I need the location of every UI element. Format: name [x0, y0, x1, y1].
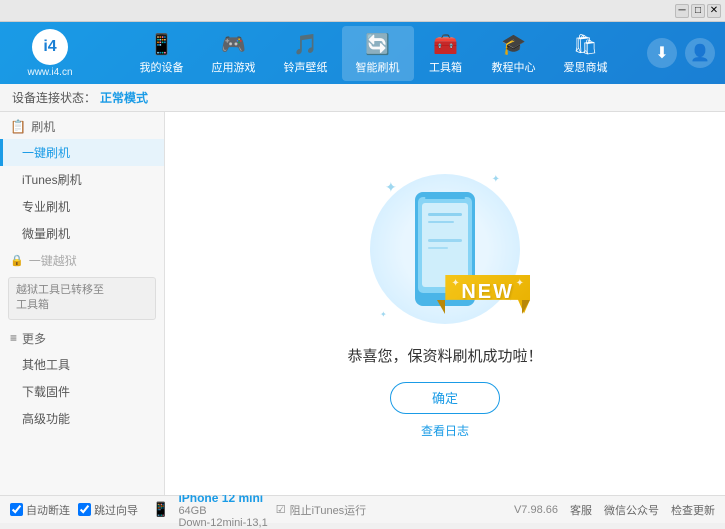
toolbox-icon: 🧰 [433, 32, 458, 57]
phone-container: ✦ ✦ ✦ ✦ [365, 169, 525, 329]
success-text: 恭喜您，保资料刷机成功啦！ [347, 345, 542, 366]
sidebar-item-other-tools[interactable]: 其他工具 [0, 351, 164, 378]
itunes-status[interactable]: ☑ 阻止iTunes运行 [276, 502, 366, 518]
minimize-button[interactable]: ─ [675, 4, 689, 18]
sparkle-1: ✦ [385, 179, 397, 196]
sidebar-item-one-click[interactable]: 一键刷机 [0, 139, 164, 166]
bottom-bar: 自动断连 跳过向导 📱 iPhone 12 mini 64GB Down-12m… [0, 495, 725, 523]
badge-fold-left [437, 300, 445, 314]
jailbreak-note-text: 越狱工具已转移至工具箱 [16, 284, 104, 311]
nav-tutorial[interactable]: 🎓 教程中心 [478, 26, 550, 81]
view-log-link[interactable]: 查看日志 [421, 422, 469, 439]
advanced-label: 高级功能 [22, 412, 70, 426]
toolbox-label: 工具箱 [429, 59, 462, 75]
title-bar: ─ □ ✕ [0, 0, 725, 22]
lock-icon: 🔒 [10, 254, 24, 267]
smart-shop-icon: 🔄 [365, 32, 390, 57]
nav-bar: 📱 我的设备 🎮 应用游戏 🎵 铃声壁纸 🔄 智能刷机 🧰 工具箱 🎓 教程中心… [100, 26, 647, 81]
close-button[interactable]: ✕ [707, 4, 721, 18]
pro-flash-label: 专业刷机 [22, 200, 70, 214]
nav-my-device[interactable]: 📱 我的设备 [126, 26, 198, 81]
nav-app-game[interactable]: 🎮 应用游戏 [198, 26, 270, 81]
sidebar-item-pro-flash[interactable]: 专业刷机 [0, 193, 164, 220]
sparkle-2: ✦ [492, 174, 500, 185]
download-firmware-label: 下载固件 [22, 385, 70, 399]
flash-section-header: 📋 刷机 [0, 112, 164, 139]
jailbreak-section: 🔒 一键越狱 [0, 247, 164, 273]
ringtone-icon: 🎵 [293, 32, 318, 57]
header-right: ⬇ 👤 [647, 38, 725, 68]
confirm-button[interactable]: 确定 [390, 382, 500, 414]
status-bar: 设备连接状态： 正常模式 [0, 84, 725, 112]
tutorial-icon: 🎓 [501, 32, 526, 57]
skip-wizard-input[interactable] [78, 503, 91, 516]
user-button[interactable]: 👤 [685, 38, 715, 68]
appstore-label: 爱思商城 [564, 59, 608, 75]
nav-smart-shop[interactable]: 🔄 智能刷机 [342, 26, 414, 81]
auto-disconnect-label: 自动断连 [26, 502, 70, 518]
save-flash-label: 微量刷机 [22, 227, 70, 241]
more-icon: ≡ [10, 331, 17, 345]
my-device-icon: 📱 [149, 32, 174, 57]
nav-ringtone[interactable]: 🎵 铃声壁纸 [270, 26, 342, 81]
badge-fold-right [522, 300, 530, 314]
skip-wizard-checkbox[interactable]: 跳过向导 [78, 502, 138, 518]
itunes-checkbox-icon: ☑ [276, 503, 286, 516]
itunes-status-label: 阻止iTunes运行 [290, 502, 367, 518]
customer-service-link[interactable]: 客服 [570, 502, 592, 518]
status-value: 正常模式 [100, 89, 148, 106]
check-update-link[interactable]: 检查更新 [671, 502, 715, 518]
sidebar-item-itunes[interactable]: iTunes刷机 [0, 166, 164, 193]
bottom-right: V7.98.66 客服 微信公众号 检查更新 [514, 502, 715, 518]
maximize-button[interactable]: □ [691, 4, 705, 18]
sidebar-item-download-firmware[interactable]: 下载固件 [0, 378, 164, 405]
wechat-public-link[interactable]: 微信公众号 [604, 502, 659, 518]
main-layout: 📋 刷机 一键刷机 iTunes刷机 专业刷机 微量刷机 🔒 一键越狱 越狱工具… [0, 112, 725, 495]
flash-section-icon: 📋 [10, 119, 26, 135]
ringtone-label: 铃声壁纸 [284, 59, 328, 75]
device-phone-icon: 📱 [152, 501, 169, 518]
header: i4 www.i4.cn 📱 我的设备 🎮 应用游戏 🎵 铃声壁纸 🔄 智能刷机… [0, 22, 725, 84]
skip-wizard-label: 跳过向导 [94, 502, 138, 518]
app-game-icon: 🎮 [221, 32, 246, 57]
illustration: ✦ ✦ ✦ ✦ [365, 169, 525, 329]
new-badge: NEW ✦ ✦ [445, 275, 530, 314]
tutorial-label: 教程中心 [492, 59, 536, 75]
logo-area: i4 www.i4.cn [0, 29, 100, 78]
nav-toolbox[interactable]: 🧰 工具箱 [414, 26, 478, 81]
itunes-label: iTunes刷机 [22, 173, 82, 187]
app-game-label: 应用游戏 [212, 59, 256, 75]
sidebar: 📋 刷机 一键刷机 iTunes刷机 专业刷机 微量刷机 🔒 一键越狱 越狱工具… [0, 112, 165, 495]
sparkle-4: ✦ [380, 310, 387, 319]
jailbreak-label: 一键越狱 [29, 252, 77, 269]
logo-text: www.i4.cn [27, 67, 72, 78]
my-device-label: 我的设备 [140, 59, 184, 75]
status-label: 设备连接状态： [12, 89, 96, 106]
device-storage: 64GB [178, 505, 267, 517]
version-text: V7.98.66 [514, 504, 558, 516]
one-click-label: 一键刷机 [22, 146, 70, 160]
sidebar-item-save-flash[interactable]: 微量刷机 [0, 220, 164, 247]
download-button[interactable]: ⬇ [647, 38, 677, 68]
jailbreak-note: 越狱工具已转移至工具箱 [8, 277, 156, 320]
logo-icon: i4 [32, 29, 68, 65]
flash-section-label: 刷机 [31, 118, 55, 135]
appstore-icon: 🛍 [573, 32, 598, 57]
auto-disconnect-checkbox[interactable]: 自动断连 [10, 502, 70, 518]
smart-shop-label: 智能刷机 [356, 59, 400, 75]
content-area: ✦ ✦ ✦ ✦ [165, 112, 725, 495]
auto-disconnect-input[interactable] [10, 503, 23, 516]
other-tools-label: 其他工具 [22, 358, 70, 372]
sidebar-item-advanced[interactable]: 高级功能 [0, 405, 164, 432]
more-section-header: ≡ 更多 [0, 324, 164, 351]
more-label: 更多 [22, 330, 46, 347]
nav-appstore[interactable]: 🛍 爱思商城 [550, 26, 622, 81]
